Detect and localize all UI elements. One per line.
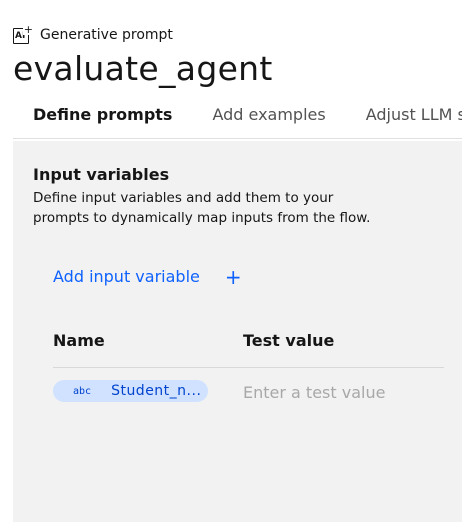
prompt-type-label: AI + Generative prompt <box>13 24 173 46</box>
variables-table-header: Name Test value <box>53 330 444 368</box>
tab-adjust-llm-settings[interactable]: Adjust LLM settings <box>346 99 462 138</box>
prompt-type-text: Generative prompt <box>40 27 173 43</box>
input-variables-panel: Input variables Define input variables a… <box>13 141 462 522</box>
ai-sparkle-icon: AI + <box>13 24 34 45</box>
column-header-test-value: Test value <box>243 331 335 350</box>
add-input-variable-button[interactable]: Add input variable + <box>53 265 242 289</box>
add-input-variable-label: Add input variable <box>53 267 200 286</box>
section-title: Input variables <box>33 165 170 184</box>
tab-add-examples[interactable]: Add examples <box>192 99 345 138</box>
test-value-input[interactable] <box>243 379 443 407</box>
string-type-icon: abc <box>73 385 92 397</box>
column-header-name: Name <box>53 331 105 350</box>
variable-name: Student_n... <box>111 383 202 399</box>
table-row: abc Student_n... <box>53 379 444 407</box>
tab-define-prompts[interactable]: Define prompts <box>13 99 192 138</box>
tab-bar: Define prompts Add examples Adjust LLM s… <box>13 99 462 139</box>
plus-icon: + <box>224 265 242 289</box>
page-title: evaluate_agent <box>13 49 273 88</box>
section-description: Define input variables and add them to y… <box>33 190 371 226</box>
variable-tag[interactable]: abc Student_n... <box>53 380 208 402</box>
